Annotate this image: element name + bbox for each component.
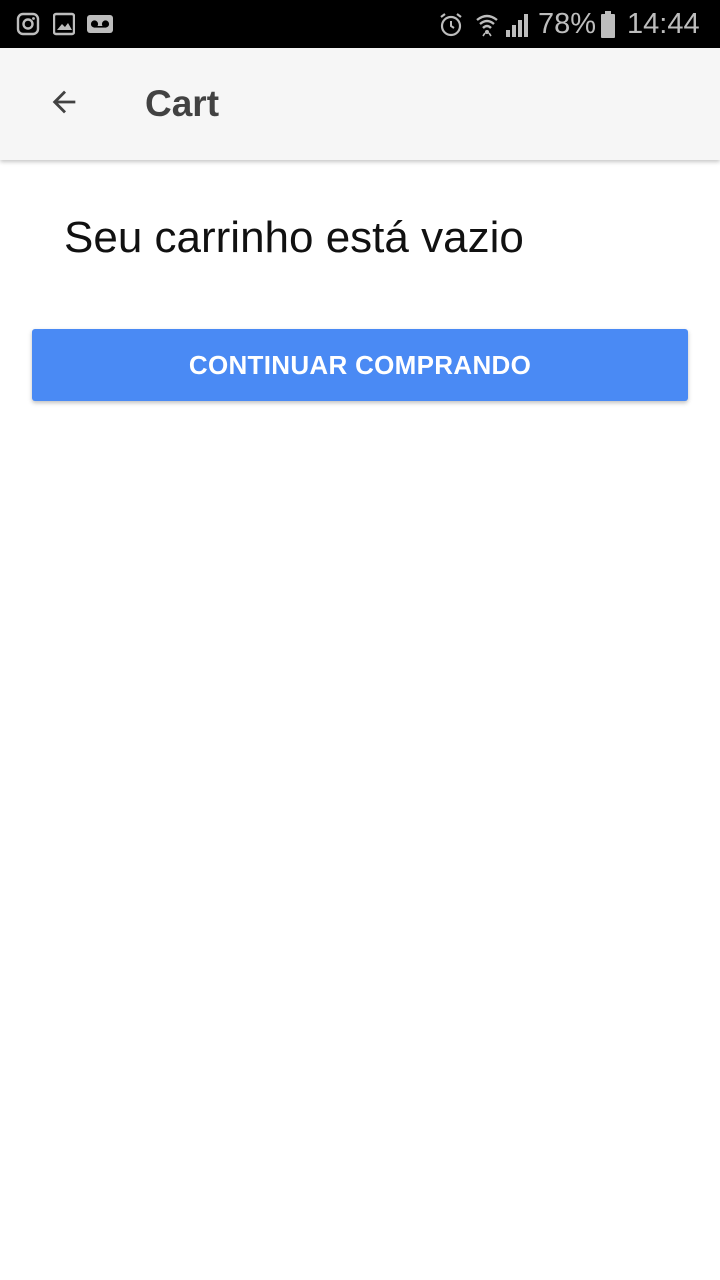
arrow-back-icon bbox=[47, 85, 81, 124]
gallery-icon bbox=[52, 12, 76, 41]
continue-shopping-button[interactable]: CONTINUAR COMPRANDO bbox=[32, 329, 688, 401]
signal-icon bbox=[505, 12, 531, 43]
clock: 14:44 bbox=[627, 8, 700, 40]
instagram-icon bbox=[16, 12, 40, 41]
empty-cart-message: Seu carrinho está vazio bbox=[64, 213, 524, 262]
app-bar: Cart bbox=[0, 48, 720, 160]
alarm-icon bbox=[439, 12, 463, 43]
back-button[interactable] bbox=[36, 80, 92, 128]
battery-icon bbox=[600, 11, 616, 44]
voicemail-icon bbox=[86, 12, 114, 41]
wifi-icon bbox=[475, 12, 499, 43]
status-bar: 78% 14:44 bbox=[0, 0, 720, 48]
page-title: Cart bbox=[145, 83, 220, 124]
battery-percentage: 78% bbox=[538, 8, 597, 40]
